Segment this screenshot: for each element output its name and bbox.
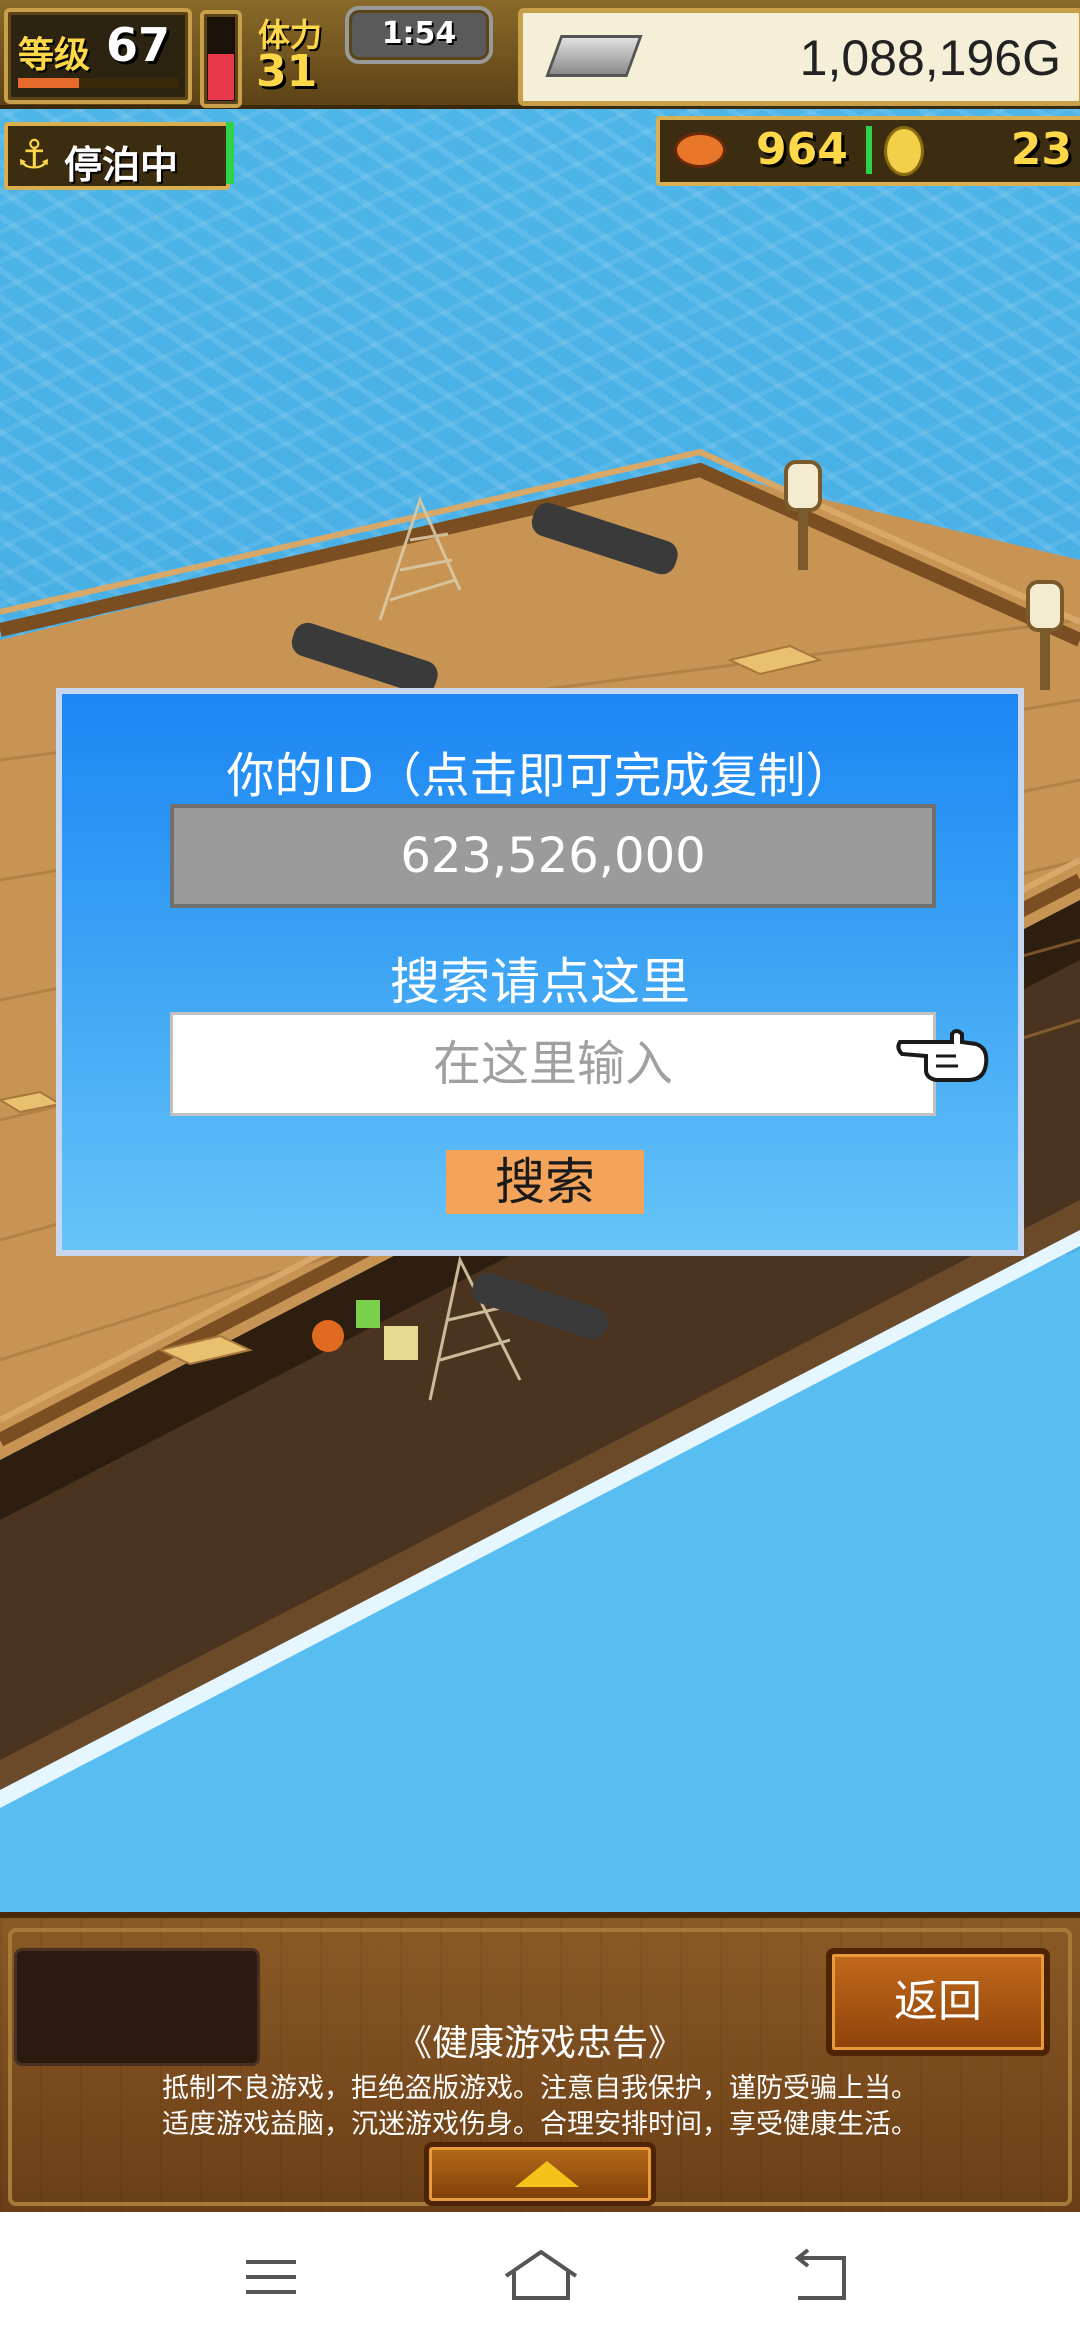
money-value: 1,088,196G bbox=[799, 30, 1061, 86]
resource-panel: 964 23 bbox=[656, 116, 1080, 186]
dialog-title[interactable]: 你的ID（点击即可完成复制） bbox=[62, 736, 1018, 806]
stamina-gauge bbox=[200, 10, 242, 108]
anchor-icon: ⚓ bbox=[16, 132, 52, 178]
level-panel: 等级 67 bbox=[4, 8, 192, 104]
health-notice-line: 抵制不良游戏，拒绝盗版游戏。注意自我保护，谨防受骗上当。 bbox=[162, 2073, 918, 2104]
status-panel: ⚓ 停泊中 bbox=[4, 122, 230, 190]
silver-bar-icon bbox=[545, 35, 643, 77]
level-value: 67 bbox=[106, 18, 171, 72]
pointing-hand-icon bbox=[896, 1029, 989, 1082]
search-button[interactable]: 搜索 bbox=[446, 1150, 644, 1214]
home-icon[interactable] bbox=[496, 2242, 586, 2312]
exp-bar bbox=[18, 78, 178, 88]
food-icon bbox=[674, 132, 726, 168]
timer-panel: 1:54 bbox=[345, 6, 493, 64]
stamina-value: 31 bbox=[256, 46, 318, 97]
triangle-up-icon bbox=[515, 2161, 579, 2187]
friend-search-dialog: 你的ID（点击即可完成复制） 623,526,000 搜索请点这里 搜索 bbox=[56, 688, 1024, 1256]
health-notice-title: 《健康游戏忠告》 bbox=[395, 2023, 684, 2064]
game-screen[interactable]: 等级 67 体力 31 1:54 1,088,196G ⚓ 停泊中 964 23… bbox=[0, 0, 1080, 1912]
menu-icon[interactable] bbox=[226, 2242, 316, 2312]
status-accent bbox=[226, 122, 234, 184]
system-nav-bar bbox=[0, 2212, 1080, 2340]
expand-menu-button[interactable] bbox=[424, 2142, 656, 2206]
status-text: 停泊中 bbox=[64, 143, 179, 187]
player-id-field[interactable]: 623,526,000 bbox=[170, 804, 936, 908]
level-label: 等级 bbox=[18, 35, 91, 76]
food-value: 964 bbox=[756, 124, 848, 175]
health-notice-line: 适度游戏益脑，沉迷游戏伤身。合理安排时间，享受健康生活。 bbox=[162, 2109, 918, 2140]
money-panel: 1,088,196G bbox=[518, 8, 1080, 106]
timer-text: 1:54 bbox=[381, 16, 457, 51]
search-label: 搜索请点这里 bbox=[390, 953, 690, 1011]
gold-coin-icon bbox=[884, 126, 924, 176]
bottom-panel: 返回 《健康游戏忠告》 抵制不良游戏，拒绝盗版游戏。注意自我保护，谨防受骗上当。… bbox=[0, 1912, 1080, 2218]
back-icon[interactable] bbox=[778, 2242, 868, 2312]
coin-value: 23 bbox=[1010, 124, 1072, 175]
search-input[interactable] bbox=[170, 1012, 936, 1116]
resource-divider bbox=[866, 126, 872, 174]
